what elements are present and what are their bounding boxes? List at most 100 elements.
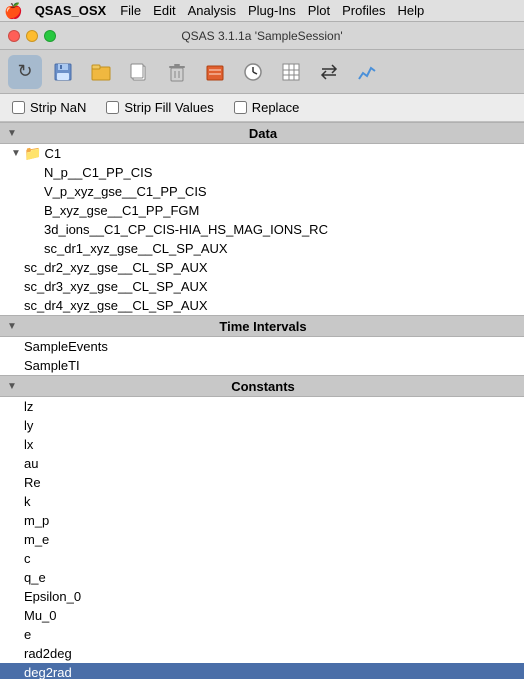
menu-profiles[interactable]: Profiles [336,0,391,22]
menu-plugins[interactable]: Plug-Ins [242,0,302,22]
constants-section-header[interactable]: ▼ Constants [0,375,524,397]
strip-fill-checkbox[interactable] [106,101,119,114]
toolbar: ↻ [0,50,524,94]
folder-icon: 📁 [24,145,41,162]
data-section-label: Data [22,126,504,141]
strip-nan-check[interactable]: Strip NaN [12,100,86,115]
item-label: Mu_0 [24,608,57,623]
data-section-toggle[interactable]: ▼ [4,125,20,141]
item-label: N_p__C1_PP_CIS [44,165,152,180]
transfer-button[interactable] [312,55,346,89]
main-content: ▼ Data ▼ 📁 C1 N_p__C1_PP_CIS V_p_xyz_gse… [0,122,524,679]
item-label: sc_dr2_xyz_gse__CL_SP_AUX [24,260,208,275]
list-item[interactable]: m_p [0,511,524,530]
c1-toggle-icon[interactable]: ▼ [8,146,24,162]
import-button[interactable] [198,55,232,89]
chart-button[interactable] [350,55,384,89]
item-label: 3d_ions__C1_CP_CIS-HIA_HS_MAG_IONS_RC [44,222,328,237]
strip-nan-checkbox[interactable] [12,101,25,114]
menu-edit[interactable]: Edit [147,0,181,22]
list-item[interactable]: B_xyz_gse__C1_PP_FGM [0,201,524,220]
delete-button[interactable] [160,55,194,89]
list-item[interactable]: V_p_xyz_gse__C1_PP_CIS [0,182,524,201]
list-item[interactable]: q_e [0,568,524,587]
list-item[interactable]: sc_dr3_xyz_gse__CL_SP_AUX [0,277,524,296]
list-item[interactable]: Epsilon_0 [0,587,524,606]
window-controls [8,30,56,42]
item-label: rad2deg [24,646,72,661]
list-item[interactable]: e [0,625,524,644]
item-label: q_e [24,570,46,585]
item-label: e [24,627,31,642]
strip-fill-check[interactable]: Strip Fill Values [106,100,213,115]
list-item[interactable]: m_e [0,530,524,549]
item-label: m_p [24,513,49,528]
list-item[interactable]: Re [0,473,524,492]
time-intervals-section-label: Time Intervals [22,319,504,334]
minimize-button[interactable] [26,30,38,42]
menu-help[interactable]: Help [391,0,430,22]
menu-plot[interactable]: Plot [302,0,336,22]
list-item[interactable]: lz [0,397,524,416]
item-label: sc_dr4_xyz_gse__CL_SP_AUX [24,298,208,313]
list-item[interactable]: rad2deg [0,644,524,663]
item-label: sc_dr1_xyz_gse__CL_SP_AUX [44,241,228,256]
apple-menu-icon[interactable]: 🍎 [4,2,23,20]
menu-file[interactable]: File [114,0,147,22]
grid-button[interactable] [274,55,308,89]
item-label: ly [24,418,33,433]
replace-label: Replace [252,100,300,115]
item-label: k [24,494,31,509]
replace-checkbox[interactable] [234,101,247,114]
list-item[interactable]: k [0,492,524,511]
item-label: Re [24,475,41,490]
close-button[interactable] [8,30,20,42]
refresh-button[interactable]: ↻ [8,55,42,89]
save-button[interactable] [46,55,80,89]
time-intervals-section-header[interactable]: ▼ Time Intervals [0,315,524,337]
strip-nan-label: Strip NaN [30,100,86,115]
open-button[interactable] [84,55,118,89]
replace-check[interactable]: Replace [234,100,300,115]
strip-fill-label: Strip Fill Values [124,100,213,115]
window-title: QSAS 3.1.1a 'SampleSession' [181,29,342,43]
item-label: lz [24,399,33,414]
list-item[interactable]: sc_dr4_xyz_gse__CL_SP_AUX [0,296,524,315]
menubar: 🍎 QSAS_OSX File Edit Analysis Plug-Ins P… [0,0,524,22]
item-label: au [24,456,38,471]
clock-button[interactable] [236,55,270,89]
list-item[interactable]: 3d_ions__C1_CP_CIS-HIA_HS_MAG_IONS_RC [0,220,524,239]
titlebar: QSAS 3.1.1a 'SampleSession' [0,22,524,50]
list-item-selected[interactable]: deg2rad [0,663,524,679]
item-label: SampleTI [24,358,80,373]
tree-item-c1[interactable]: ▼ 📁 C1 [0,144,524,163]
list-item[interactable]: lx [0,435,524,454]
list-item[interactable]: ly [0,416,524,435]
appname-menu[interactable]: QSAS_OSX [29,0,113,22]
item-label: SampleEvents [24,339,108,354]
item-label: deg2rad [24,665,72,679]
item-label: Epsilon_0 [24,589,81,604]
item-label: m_e [24,532,49,547]
item-label: B_xyz_gse__C1_PP_FGM [44,203,199,218]
maximize-button[interactable] [44,30,56,42]
checkbar: Strip NaN Strip Fill Values Replace [0,94,524,122]
constants-section-toggle[interactable]: ▼ [4,378,20,394]
item-label: c [24,551,31,566]
c1-label: C1 [44,146,61,161]
copy-button[interactable] [122,55,156,89]
list-item[interactable]: sc_dr2_xyz_gse__CL_SP_AUX [0,258,524,277]
time-intervals-section-toggle[interactable]: ▼ [4,318,20,334]
data-section-header[interactable]: ▼ Data [0,122,524,144]
list-item[interactable]: c [0,549,524,568]
item-label: lx [24,437,33,452]
list-item[interactable]: N_p__C1_PP_CIS [0,163,524,182]
list-item[interactable]: SampleEvents [0,337,524,356]
list-item[interactable]: au [0,454,524,473]
constants-section-label: Constants [22,379,504,394]
item-label: V_p_xyz_gse__C1_PP_CIS [44,184,207,199]
menu-analysis[interactable]: Analysis [182,0,242,22]
list-item[interactable]: sc_dr1_xyz_gse__CL_SP_AUX [0,239,524,258]
list-item[interactable]: Mu_0 [0,606,524,625]
list-item[interactable]: SampleTI [0,356,524,375]
